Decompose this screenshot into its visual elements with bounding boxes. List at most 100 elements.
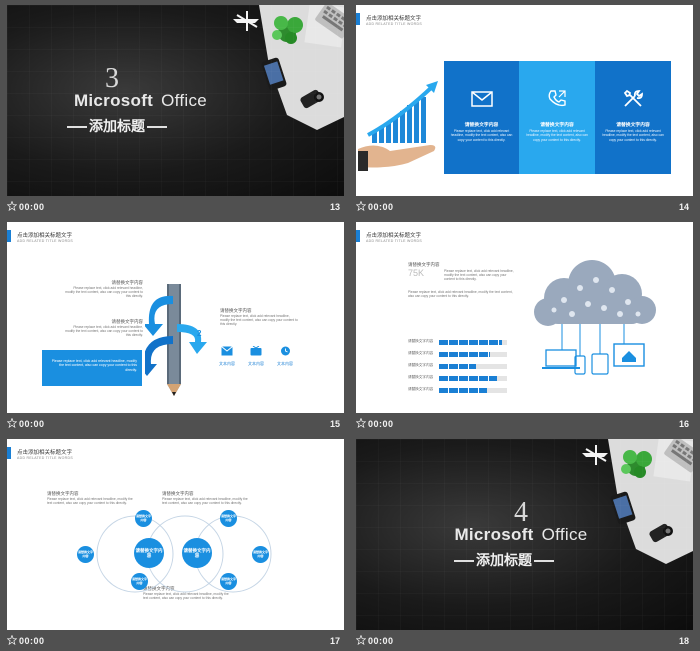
text-description: Please replace text, click add relevant …: [65, 325, 143, 338]
text-description: Please replace text, click add relevant …: [47, 497, 133, 506]
slide-title: 点击添加相关标题文字: [17, 233, 73, 239]
arrow-number: 3: [159, 314, 164, 323]
slide-number: 15: [329, 419, 340, 429]
slide-thumbnail-17[interactable]: 点击添加相关标题文字 ADD RELATED TITLE WORDS 请替换文字…: [7, 439, 344, 651]
icon-item: 文本内容: [217, 343, 237, 367]
slide-title: 点击添加相关标题文字: [17, 450, 73, 456]
slide-footer: 00:00 14: [356, 199, 693, 215]
header-accent: [7, 447, 11, 459]
bar-label: 请替换文字内容: [408, 339, 434, 343]
stat-value: 75K: [408, 268, 425, 278]
slide-number: 13: [329, 202, 340, 212]
slide-number: 14: [678, 202, 689, 212]
text-block: 请替换文字内容 Please replace text, click add r…: [63, 280, 143, 299]
envelope-icon: [471, 91, 493, 107]
star-icon[interactable]: [7, 201, 17, 211]
small-circle: 请替换文字内容: [220, 510, 237, 527]
section-slide: 4 Microsoft Office 添加标题: [356, 439, 693, 630]
brand-office: Office: [541, 525, 588, 544]
content-slide: 点击添加相关标题文字 ADD RELATED TITLE WORDS 请替换文字…: [356, 222, 693, 413]
arrow-number: 2: [197, 329, 202, 338]
progress-bar-fill: [439, 376, 498, 381]
brand-microsoft: Microsoft: [454, 525, 534, 544]
slide-thumbnail-18[interactable]: 4 Microsoft Office 添加标题 00:00 18: [356, 439, 693, 651]
icon-item: 文本内容: [275, 343, 295, 367]
star-icon[interactable]: [7, 418, 17, 428]
small-circle: 请替换文字内容: [252, 546, 269, 563]
pencil-arrows-illustration: 3 2 1: [145, 284, 207, 396]
tv-icon: [250, 345, 262, 356]
slide-number: 17: [329, 636, 340, 646]
progress-bar: [439, 364, 507, 369]
timing: 00:00: [368, 636, 394, 646]
slide-number: 16: [678, 419, 689, 429]
big-circle: 请替换文字内容: [182, 538, 212, 568]
panel-description: Please replace text, click add relevant …: [450, 129, 513, 142]
progress-bar-fill: [439, 340, 502, 345]
small-circle: 请替换文字内容: [77, 546, 94, 563]
panel-description: Please replace text, click add relevant …: [602, 129, 664, 142]
section-slide: 3 Microsoft Office 添加标题: [7, 5, 344, 196]
header-accent: [356, 230, 360, 242]
slide-thumbnail-15[interactable]: 点击添加相关标题文字 ADD RELATED TITLE WORDS 请替换文字…: [7, 222, 344, 434]
slide-title: 点击添加相关标题文字: [366, 16, 422, 22]
timing: 00:00: [368, 419, 394, 429]
icon-label: 文本内容: [277, 361, 293, 366]
icon-label: 文本内容: [219, 361, 235, 366]
star-icon[interactable]: [356, 418, 366, 428]
text-block: 请替换文字内容 Please replace text, click add r…: [162, 491, 252, 505]
progress-bar: [439, 376, 507, 381]
slide-footer: 00:00 15: [7, 416, 344, 432]
header-accent: [7, 230, 11, 242]
text-description: Please replace text, click add relevant …: [408, 290, 513, 299]
bar-label: 请替换文字内容: [408, 363, 434, 367]
growth-chart-hand-illustration: [358, 81, 438, 171]
slide-title: 点击添加相关标题文字: [366, 233, 422, 239]
slide-thumbnail-14[interactable]: 点击添加相关标题文字 ADD RELATED TITLE WORDS 请替换文字…: [356, 5, 693, 217]
feature-panel: 请替换文字内容 Please replace text, click add r…: [595, 61, 671, 174]
small-circle: 请替换文字内容: [131, 573, 148, 590]
icon-label: 文本内容: [248, 361, 264, 366]
panel-title: 请替换文字内容: [540, 123, 574, 128]
slide-footer: 00:00 13: [7, 199, 344, 215]
slide-thumbnail-16[interactable]: 点击添加相关标题文字 ADD RELATED TITLE WORDS 请替换文字…: [356, 222, 693, 434]
bar-label: 请替换文字内容: [408, 351, 434, 355]
progress-bar: [439, 340, 507, 345]
brand-title: Microsoft Office: [7, 91, 274, 111]
text-block: 请替换文字内容 Please replace text, click add r…: [47, 491, 137, 505]
section-subtitle: 添加标题: [356, 550, 652, 570]
timing: 00:00: [19, 202, 45, 212]
progress-bar-fill: [439, 352, 490, 357]
progress-bar-fill: [439, 364, 477, 369]
content-slide: 点击添加相关标题文字 ADD RELATED TITLE WORDS 请替换文字…: [7, 222, 344, 413]
star-icon[interactable]: [356, 201, 366, 211]
phone-icon: [548, 90, 566, 107]
slide-number: 18: [678, 636, 689, 646]
section-subtitle: 添加标题: [7, 116, 227, 136]
content-slide: 点击添加相关标题文字 ADD RELATED TITLE WORDS 请替换文字…: [7, 439, 344, 630]
bar-label: 请替换文字内容: [408, 387, 434, 391]
text-description: Please replace text, click add relevant …: [65, 286, 143, 299]
cycle-rings: [96, 515, 272, 593]
panel-title: 请替换文字内容: [464, 123, 499, 128]
slide-footer: 00:00 18: [356, 633, 693, 649]
star-icon[interactable]: [7, 635, 17, 645]
panel-description: Please replace text, click add relevant …: [526, 129, 588, 142]
star-icon[interactable]: [356, 635, 366, 645]
panel-title: 请替换文字内容: [616, 123, 650, 128]
content-slide: 点击添加相关标题文字 ADD RELATED TITLE WORDS 请替换文字…: [356, 5, 693, 196]
stat-description: Please replace text, click add relevant …: [444, 269, 514, 282]
arrow-number: 1: [152, 351, 157, 360]
timing: 00:00: [368, 202, 394, 212]
text-description: Please replace text, click add relevant …: [162, 497, 248, 506]
progress-bar: [439, 352, 507, 357]
slide-subtitle: ADD RELATED TITLE WORDS: [366, 22, 422, 26]
text-description: Please replace text, click add relevant …: [220, 314, 298, 327]
slide-footer: 00:00 16: [356, 416, 693, 432]
big-circle: 请替换文字内容: [134, 538, 164, 568]
clock-icon: [280, 346, 290, 356]
small-circle: 请替换文字内容: [135, 510, 152, 527]
slide-thumbnail-13[interactable]: 3 Microsoft Office 添加标题 00:00 13: [7, 5, 344, 217]
slide-subtitle: ADD RELATED TITLE WORDS: [17, 456, 73, 460]
tools-icon: [623, 89, 643, 107]
